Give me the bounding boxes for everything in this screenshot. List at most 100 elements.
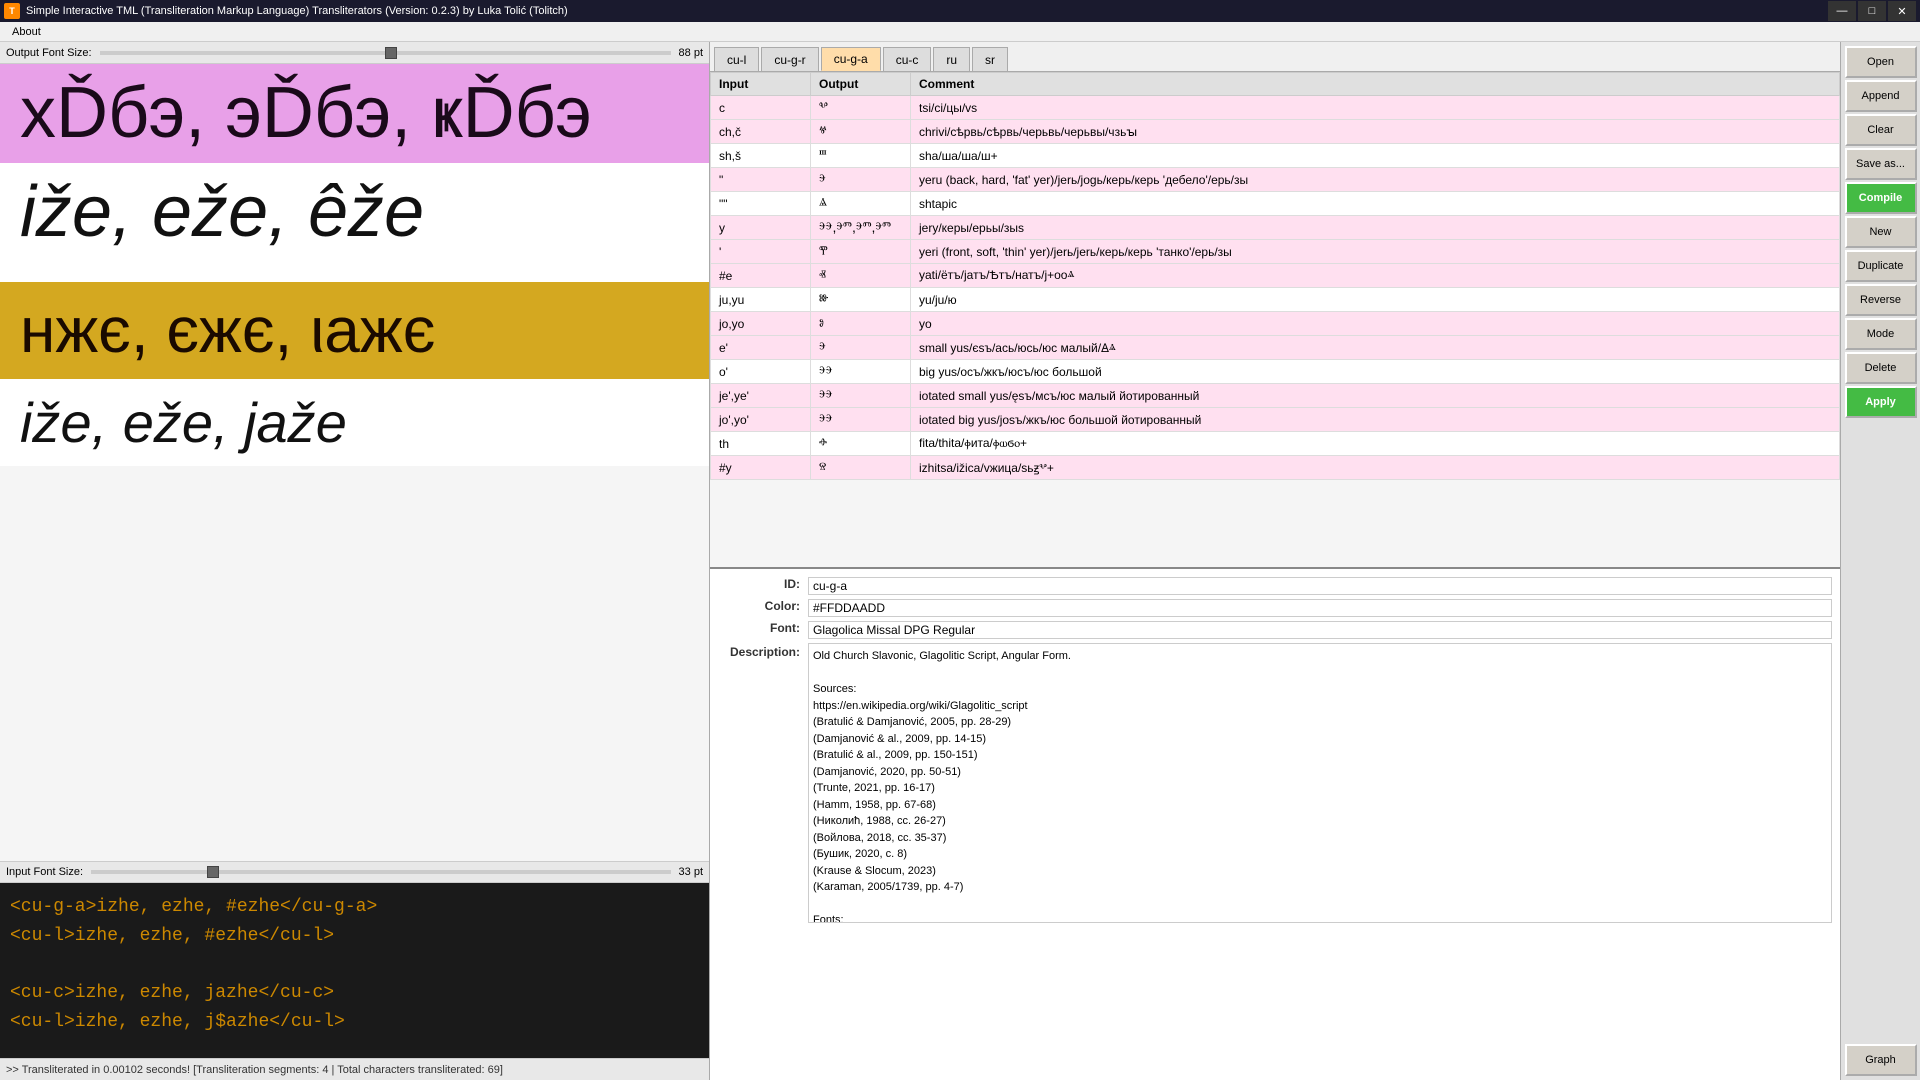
cell-output: ⱁ [811,312,911,336]
detail-color-value[interactable]: #FFDDAADD [808,599,1832,617]
table-row[interactable]: "ⰵyeru (back, hard, 'fat' yer)/jerь/jogь… [711,168,1840,192]
cell-input: th [711,432,811,456]
col-header-input: Input [711,73,811,96]
detail-description-value[interactable]: Old Church Slavonic, Glagolitic Script, … [808,643,1832,923]
duplicate-button[interactable]: Duplicate [1845,250,1917,282]
save-as-button[interactable]: Save as... [1845,148,1917,180]
cell-output: ⱆ [811,288,911,312]
detail-color-row: Color: #FFDDAADD [718,599,1832,617]
menu-about[interactable]: About [4,24,49,40]
table-row[interactable]: 'ⰹyeri (front, soft, 'thin' yer)/jerь/je… [711,240,1840,264]
col-header-output: Output [811,73,911,96]
append-button[interactable]: Append [1845,80,1917,112]
cell-comment: izhitsa/ižica/vжица/ѕьꙃⰲ+ [911,456,1840,480]
table-row[interactable]: o'ⰵⰵbig yus/осъ/жкъ/юсъ/юс большой [711,360,1840,384]
delete-button[interactable]: Delete [1845,352,1917,384]
cell-comment: yu/ju/ю [911,288,1840,312]
sidebar: Open Append Clear Save as... Compile New… [1840,42,1920,1080]
table-row[interactable]: thⱚfita/thita/ⲫита/ⲫⲱϭⲟ+ [711,432,1840,456]
cell-output: ⰵⰵ [811,408,911,432]
cell-output: ⱚ [811,432,911,456]
input-line-5: <cu-l>izhe, ezhe, j$azhe</cu-l> [10,1008,699,1037]
detail-description-label: Description: [718,643,808,659]
table-row[interactable]: cⰲtsi/ci/цы/vs [711,96,1840,120]
cell-comment: fita/thita/ⲫита/ⲫⲱϭⲟ+ [911,432,1840,456]
preview-latin-text-1: iže, eže, êže [20,173,689,252]
app-icon: T [4,3,20,19]
reverse-button[interactable]: Reverse [1845,284,1917,316]
input-line-1: <cu-g-a>izhe, ezhe, #ezhe</cu-g-a> [10,893,699,922]
detail-id-label: ID: [718,577,808,591]
cell-output: ⱏ [811,264,911,288]
input-font-slider[interactable] [91,870,670,874]
cell-output: ⰵ [811,168,911,192]
table-row[interactable]: e'ⰵsmall yus/єsъ/ась/юсь/юс малый/Ꙙⱑ [711,336,1840,360]
preview-section-white-1: iže, eže, êže [0,163,709,262]
cell-output: ⰵⰵ [811,360,911,384]
cell-comment: yeri (front, soft, 'thin' yer)/jerь/jerь… [911,240,1840,264]
tab-sr[interactable]: sr [972,47,1008,71]
table-row[interactable]: #eⱏyati/ётъ/jатъ/Ѣтъ/натъ/j+ооⱑ [711,264,1840,288]
cell-input: o' [711,360,811,384]
output-font-slider[interactable] [100,51,671,55]
cell-output: ⰵ [811,336,911,360]
table-row[interactable]: ""ⱑshtapic [711,192,1840,216]
open-button[interactable]: Open [1845,46,1917,78]
preview-area: хĎбэ, эĎбэ, ҝĎбэ iže, eže, êže нжє, єжє,… [0,64,709,861]
minimize-button[interactable]: — [1828,1,1856,21]
cell-comment: small yus/єsъ/ась/юсь/юс малый/Ꙙⱑ [911,336,1840,360]
cell-input: #e [711,264,811,288]
clear-button[interactable]: Clear [1845,114,1917,146]
input-text-area[interactable]: <cu-g-a>izhe, ezhe, #ezhe</cu-g-a> <cu-l… [0,883,709,1058]
cell-input: sh,š [711,144,811,168]
graph-button[interactable]: Graph [1845,1044,1917,1076]
data-table: Input Output Comment cⰲtsi/ci/цы/vsch,čⱍ… [710,72,1840,480]
compile-button[interactable]: Compile [1845,182,1917,214]
table-row[interactable]: sh,šⱎsha/ша/ша/ш+ [711,144,1840,168]
left-panel: Output Font Size: 88 pt хĎбэ, эĎбэ, ҝĎбэ… [0,42,710,1080]
cell-comment: tsi/ci/цы/vs [911,96,1840,120]
table-row[interactable]: je',ye'ⰵⰵiotated small yus/ęsъ/мсъ/юс ма… [711,384,1840,408]
table-row[interactable]: #yⱄizhitsa/ižica/vжица/ѕьꙃⰲ+ [711,456,1840,480]
cell-output: ⱑ [811,192,911,216]
cell-comment: sha/ша/ша/ш+ [911,144,1840,168]
tab-cu-g-r[interactable]: cu-g-r [761,47,818,71]
cell-comment: iotated small yus/ęsъ/мсъ/юс малый йотир… [911,384,1840,408]
input-font-size-value: 33 pt [679,866,703,878]
cell-comment: big yus/осъ/жкъ/юсъ/юс большой [911,360,1840,384]
detail-id-value[interactable]: cu-g-a [808,577,1832,595]
cell-comment: jery/керы/ерьы/зыs [911,216,1840,240]
maximize-button[interactable]: □ [1858,1,1886,21]
table-row[interactable]: jo,yoⱁyo [711,312,1840,336]
detail-font-label: Font: [718,621,808,635]
input-font-size-label: Input Font Size: [6,866,83,878]
cell-input: ch,č [711,120,811,144]
apply-button[interactable]: Apply [1845,386,1917,418]
input-line-3 [10,951,699,980]
cell-input: y [711,216,811,240]
tabs-bar: cu-l cu-g-r cu-g-a cu-c ru sr [710,42,1840,72]
close-button[interactable]: ✕ [1888,1,1916,21]
tab-ru[interactable]: ru [933,47,970,71]
tab-cu-c[interactable]: cu-c [883,47,932,71]
cell-input: "" [711,192,811,216]
table-row[interactable]: ch,čⱍchrivi/сѣрвь/сѣрвь/черьвь/черьвы/чз… [711,120,1840,144]
cell-output: ⱄ [811,456,911,480]
tab-cu-l[interactable]: cu-l [714,47,759,71]
cell-comment: yo [911,312,1840,336]
tab-cu-g-a[interactable]: cu-g-a [821,47,881,71]
detail-font-value[interactable]: Glagolica Missal DPG Regular [808,621,1832,639]
table-row[interactable]: ju,yuⱆyu/ju/ю [711,288,1840,312]
table-row[interactable]: jo',yo'ⰵⰵiotated big yus/josъ/жкъ/юс бол… [711,408,1840,432]
cell-input: e' [711,336,811,360]
cell-input: ju,yu [711,288,811,312]
table-row[interactable]: yⰵⰵ,ⰵⱅ,ⰵⱅ,ⰵⱅjery/керы/ерьы/зыs [711,216,1840,240]
right-panel: cu-l cu-g-r cu-g-a cu-c ru sr Input Outp… [710,42,1840,1080]
detail-id-row: ID: cu-g-a [718,577,1832,595]
detail-color-label: Color: [718,599,808,613]
cell-input: c [711,96,811,120]
cell-output: ⰵⰵ,ⰵⱅ,ⰵⱅ,ⰵⱅ [811,216,911,240]
new-button[interactable]: New [1845,216,1917,248]
mode-button[interactable]: Mode [1845,318,1917,350]
input-line-2: <cu-l>izhe, ezhe, #ezhe</cu-l> [10,922,699,951]
